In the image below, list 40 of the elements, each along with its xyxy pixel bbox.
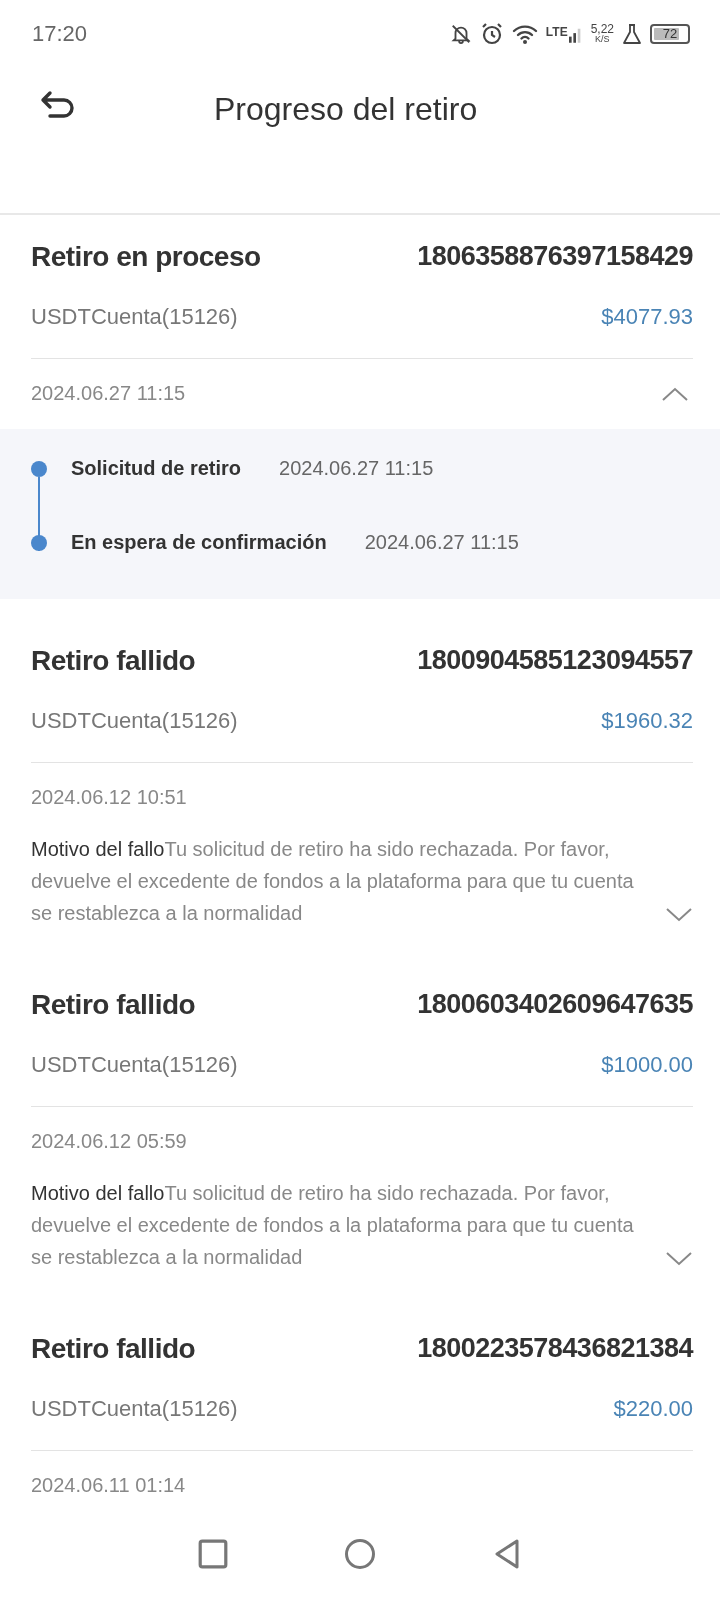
network-type: LTE — [545, 24, 568, 39]
home-icon[interactable] — [344, 1538, 376, 1571]
failure-reason: Motivo del falloTu solicitud de retiro ha sido rechazada. Por favor, devuelve el excedente de fondos a la plataforma para que tu cuenta se restablezca a la normalidad — [31, 1180, 635, 1270]
amount: $4077.93 — [601, 303, 693, 330]
order-number: 1800603402609647635 — [417, 989, 693, 1021]
record-date: 2024.06.12 10:51 — [31, 786, 187, 810]
speed-unit: K/S — [595, 35, 610, 45]
order-number: 1806358876397158429 — [417, 241, 693, 273]
recent-apps-icon[interactable] — [197, 1538, 230, 1571]
chevron-down-icon[interactable] — [665, 906, 693, 923]
account-name: USDTCuenta(15126) — [31, 1395, 238, 1422]
account-name: USDTCuenta(15126) — [31, 303, 238, 330]
withdrawal-status: Retiro en proceso — [31, 240, 261, 273]
amount: $220.00 — [613, 1395, 693, 1422]
page-title: Progreso del retiro — [214, 91, 478, 129]
network-speed: 5,22 — [590, 23, 614, 36]
wifi-icon — [511, 22, 538, 45]
amount: $1000.00 — [601, 1051, 693, 1078]
clock-time: 17:20 — [32, 20, 88, 47]
amount: $1960.32 — [601, 707, 693, 734]
withdrawal-status: Retiro fallido — [31, 1332, 196, 1365]
chevron-down-icon[interactable] — [665, 1250, 693, 1267]
account-name: USDTCuenta(15126) — [31, 707, 238, 734]
order-number: 1800223578436821384 — [417, 1333, 693, 1365]
withdrawal-status: Retiro fallido — [31, 988, 196, 1021]
withdrawal-status: Retiro fallido — [31, 644, 196, 677]
order-number: 1800904585123094557 — [417, 645, 693, 677]
step-label: Solicitud de retiro — [71, 457, 242, 481]
record-date: 2024.06.27 11:15 — [31, 382, 186, 406]
step-label: En espera de confirmación — [71, 531, 327, 555]
flask-icon — [622, 22, 642, 45]
record-date: 2024.06.11 01:14 — [31, 1474, 186, 1498]
record-date: 2024.06.12 05:59 — [31, 1130, 187, 1154]
account-name: USDTCuenta(15126) — [31, 1051, 238, 1078]
step-time: 2024.06.27 11:15 — [364, 531, 519, 555]
step-time: 2024.06.27 11:15 — [279, 457, 434, 481]
battery-level: 72 — [662, 26, 678, 42]
failure-reason: Motivo del falloTu solicitud de retiro ha sido rechazada. Por favor, devuelve el excedente de fondos a la plataforma para que tu cuenta se restablezca a la normalidad — [31, 836, 635, 926]
bell-off-icon — [449, 22, 472, 45]
chevron-up-icon[interactable] — [661, 385, 689, 402]
